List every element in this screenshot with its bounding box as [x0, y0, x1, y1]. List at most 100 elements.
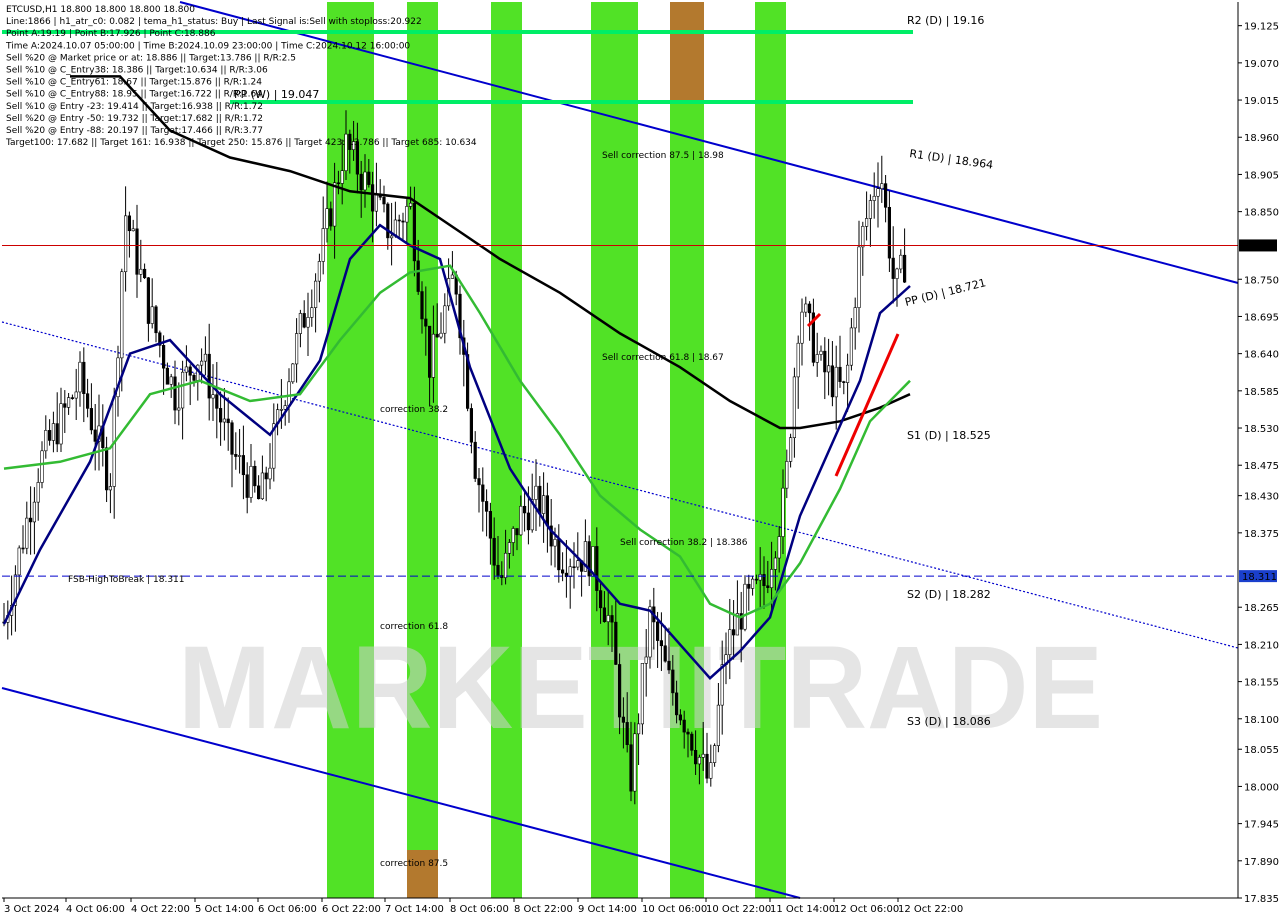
- bear-zone: [407, 850, 438, 898]
- candle-body: [678, 714, 682, 721]
- candle-body: [576, 560, 580, 568]
- candle-body: [325, 208, 329, 229]
- candle-body: [405, 206, 409, 223]
- y-tick-label: 18.155: [1244, 678, 1279, 689]
- candle-body: [697, 757, 701, 765]
- y-tick-label: 19.125: [1244, 22, 1279, 33]
- candle-body: [359, 173, 363, 191]
- x-tick-label: 7 Oct 14:00: [385, 904, 444, 915]
- candle-body: [750, 578, 755, 589]
- candle-body: [838, 366, 842, 382]
- candle-body: [511, 528, 515, 543]
- x-tick-label: 11 Oct 14:00: [770, 904, 835, 915]
- y-tick-label: 18.960: [1244, 133, 1279, 144]
- level-label-r2: R2 (D) | 19.16: [907, 14, 984, 27]
- candle-body: [450, 274, 455, 279]
- candle-body: [340, 170, 344, 184]
- candle-body: [515, 528, 519, 536]
- bear-zone: [670, 2, 704, 102]
- candle-body: [124, 215, 128, 273]
- x-tick-label: 6 Oct 22:00: [322, 904, 381, 915]
- candle-body: [830, 365, 834, 398]
- annotation-corr-87: correction 87.5: [380, 859, 448, 869]
- candle-body: [249, 465, 253, 498]
- candle-body: [769, 569, 774, 588]
- info-line-0: ETCUSD,H1 18.800 18.800 18.800 18.800: [6, 5, 195, 15]
- candle-body: [302, 313, 306, 328]
- candle-body: [439, 332, 443, 338]
- info-line-8: Sell %10 @ Entry -23: 19.414 || Target:1…: [6, 102, 263, 112]
- candle-body: [412, 202, 417, 262]
- candle-body: [234, 454, 238, 457]
- price-chart: MARKETIITRADE R2 (D) | 19.16PP (W) | 19.…: [1, 1, 1279, 915]
- candle-body: [534, 485, 538, 500]
- x-tick-label: 8 Oct 22:00: [514, 904, 573, 915]
- candle-body: [473, 441, 477, 479]
- candle-body: [861, 226, 865, 248]
- info-line-4: Sell %20 @ Market price or at: 18.886 ||…: [6, 53, 296, 63]
- candle-body: [420, 291, 424, 320]
- x-tick-label: 8 Oct 06:00: [450, 904, 509, 915]
- info-line-3: Time A:2024.10.07 05:00:00 | Time B:2024…: [5, 41, 410, 51]
- level-label-pp-d: PP (D) | 18.721: [904, 276, 988, 309]
- candle-body: [389, 235, 394, 239]
- info-line-9: Sell %20 @ Entry -50: 19.732 || Target:1…: [6, 114, 263, 124]
- candle-body: [306, 317, 310, 328]
- x-tick-label: 9 Oct 14:00: [578, 904, 637, 915]
- candle-body: [108, 486, 112, 491]
- candle-body: [716, 704, 720, 746]
- candle-body: [785, 461, 789, 489]
- candle-body: [162, 345, 166, 369]
- level-label-s1: S1 (D) | 18.525: [907, 429, 991, 442]
- candle-body: [864, 218, 869, 227]
- candle-body: [788, 437, 793, 462]
- candle-body: [370, 184, 375, 212]
- y-tick-label: 17.890: [1244, 857, 1279, 868]
- candle-body: [36, 482, 40, 503]
- candle-body: [902, 254, 907, 283]
- x-tick-label: 10 Oct 22:00: [706, 904, 771, 915]
- candle-body: [602, 607, 606, 623]
- candle-body: [758, 574, 762, 581]
- candle-body: [686, 731, 690, 735]
- candle-body: [667, 660, 671, 671]
- candle-body: [181, 371, 185, 409]
- candle-body: [169, 376, 173, 385]
- candle-body: [211, 394, 215, 399]
- candle-body: [21, 547, 25, 550]
- candle-body: [131, 228, 135, 232]
- x-tick-label: 5 Oct 14:00: [195, 904, 254, 915]
- candle-body: [78, 361, 82, 393]
- candle-body: [67, 397, 71, 408]
- candle-body: [728, 629, 732, 656]
- watermark-text: MARKETIITRADE: [178, 622, 1103, 754]
- y-tick-label: 18.055: [1244, 745, 1279, 756]
- candle-body: [184, 366, 189, 373]
- candle-body: [477, 478, 481, 486]
- candle-body: [260, 472, 265, 500]
- y-tick-label: 17.945: [1244, 820, 1279, 831]
- x-tick-label: 4 Oct 22:00: [131, 904, 190, 915]
- candle-body: [857, 246, 861, 308]
- candle-body: [853, 307, 857, 329]
- candle-body: [268, 467, 272, 480]
- candle-body: [313, 280, 318, 308]
- candle-body: [849, 327, 853, 366]
- candle-body: [317, 261, 322, 282]
- candle-body: [507, 542, 512, 554]
- annotation-corr-38: correction 38.2: [380, 405, 448, 415]
- candle-body: [139, 268, 143, 275]
- candle-body: [226, 418, 230, 424]
- candle-body: [640, 663, 644, 725]
- candle-body: [773, 557, 777, 570]
- candle-body: [663, 645, 667, 662]
- candle-body: [625, 722, 629, 746]
- current-price-tag-label: 18.800: [1242, 241, 1277, 252]
- x-tick-label: 6 Oct 06:00: [258, 904, 317, 915]
- candle-body: [743, 583, 747, 630]
- candle-body: [845, 364, 850, 383]
- candle-body: [644, 656, 648, 664]
- candle-body: [899, 254, 903, 270]
- candle-body: [86, 393, 90, 409]
- candle-body: [868, 200, 872, 219]
